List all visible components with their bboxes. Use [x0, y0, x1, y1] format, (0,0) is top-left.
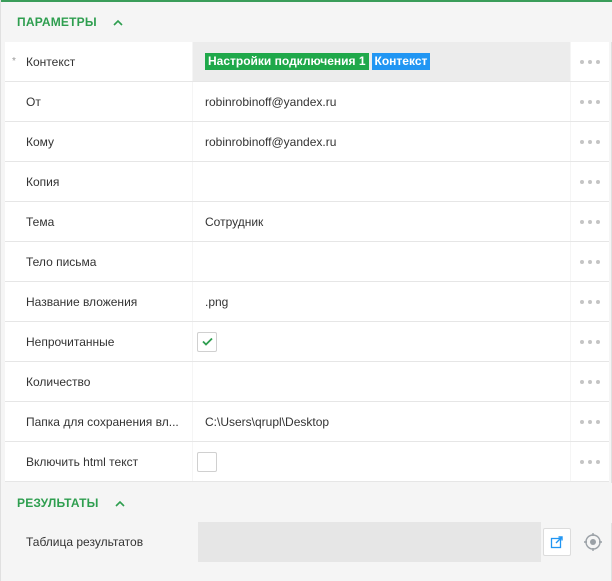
more-horizontal-icon	[580, 259, 600, 264]
more-horizontal-icon	[580, 419, 600, 424]
more-horizontal-icon	[580, 339, 600, 344]
param-label-cell: Название вложения	[5, 282, 192, 321]
more-horizontal-icon	[580, 299, 600, 304]
properties-panel: ПАРАМЕТРЫ * Контекст Настройки подключен…	[0, 0, 612, 581]
param-label: Папка для сохранения вл...	[26, 414, 179, 429]
more-horizontal-icon	[580, 139, 600, 144]
export-button[interactable]	[543, 528, 571, 556]
param-label-cell: Тема	[5, 202, 192, 241]
attachment-name-field[interactable]: .png	[193, 282, 570, 321]
check-icon	[201, 337, 213, 346]
param-row-count: Количество	[5, 362, 609, 402]
param-label: Название вложения	[26, 294, 138, 309]
param-row-cc: Копия	[5, 162, 609, 202]
results-section-header[interactable]: РЕЗУЛЬТАТЫ	[1, 483, 612, 523]
from-field[interactable]: robinrobinoff@yandex.ru	[193, 82, 570, 121]
param-label-cell: Непрочитанные	[5, 322, 192, 361]
more-horizontal-icon	[580, 459, 600, 464]
row-menu-button[interactable]	[571, 82, 609, 121]
required-marker: *	[12, 56, 16, 67]
row-menu-button[interactable]	[571, 282, 609, 321]
unread-checkbox[interactable]	[197, 331, 217, 352]
param-label-cell: * Контекст	[5, 42, 192, 81]
param-row-body: Тело письма	[5, 242, 609, 282]
param-row-html-text: Включить html текст	[5, 442, 609, 482]
unread-value-cell	[193, 322, 570, 361]
param-label-cell: Папка для сохранения вл...	[5, 402, 192, 441]
html-text-value-cell	[193, 442, 570, 481]
param-label: Кому	[26, 134, 55, 149]
param-row-subject: Тема Сотрудник	[5, 202, 609, 242]
parameters-section-title: ПАРАМЕТРЫ	[17, 15, 97, 29]
cc-field[interactable]	[193, 162, 570, 201]
results-label: Таблица результатов	[5, 522, 198, 562]
param-row-to: Кому robinrobinoff@yandex.ru	[5, 122, 609, 162]
param-row-unread: Непрочитанные	[5, 322, 609, 362]
param-label-cell: Количество	[5, 362, 192, 401]
row-menu-button[interactable]	[571, 402, 609, 441]
param-row-from: От robinrobinoff@yandex.ru	[5, 82, 609, 122]
chevron-up-icon[interactable]	[113, 496, 127, 510]
html-text-checkbox[interactable]	[197, 451, 217, 472]
body-field[interactable]	[193, 242, 570, 281]
param-row-context: * Контекст Настройки подключения 1 Конте…	[5, 42, 609, 82]
row-menu-button[interactable]	[571, 362, 609, 401]
row-menu-button[interactable]	[571, 242, 609, 281]
param-label: Включить html текст	[26, 454, 139, 469]
more-horizontal-icon	[580, 379, 600, 384]
more-horizontal-icon	[580, 179, 600, 184]
target-icon[interactable]	[581, 530, 605, 554]
param-row-attachment-name: Название вложения .png	[5, 282, 609, 322]
context-value-field[interactable]: Настройки подключения 1 Контекст	[193, 42, 570, 81]
context-tag-context[interactable]: Контекст	[371, 53, 431, 70]
param-label: От	[26, 94, 41, 109]
export-icon	[550, 536, 563, 549]
param-label: Тема	[26, 214, 55, 229]
more-horizontal-icon	[580, 219, 600, 224]
row-menu-button[interactable]	[571, 162, 609, 201]
results-section-title: РЕЗУЛЬТАТЫ	[17, 496, 99, 510]
chevron-up-icon[interactable]	[111, 15, 125, 29]
subject-field[interactable]: Сотрудник	[193, 202, 570, 241]
row-menu-button[interactable]	[571, 442, 609, 481]
parameters-section-header[interactable]: ПАРАМЕТРЫ	[1, 2, 612, 42]
param-label-cell: Кому	[5, 122, 192, 161]
param-label: Копия	[26, 174, 60, 189]
more-horizontal-icon	[580, 59, 600, 64]
row-menu-button[interactable]	[571, 202, 609, 241]
param-label: Непрочитанные	[26, 334, 115, 349]
param-label-cell: Копия	[5, 162, 192, 201]
param-label: Количество	[26, 374, 91, 389]
param-label: Тело письма	[26, 254, 97, 269]
param-label-cell: Включить html текст	[5, 442, 192, 481]
count-field[interactable]	[193, 362, 570, 401]
row-menu-button[interactable]	[571, 322, 609, 361]
parameters-list: * Контекст Настройки подключения 1 Конте…	[5, 42, 609, 482]
row-menu-button[interactable]	[571, 42, 609, 81]
results-row-table: Таблица результатов	[5, 522, 609, 562]
context-tag-connection[interactable]: Настройки подключения 1	[205, 53, 369, 70]
param-label-cell: От	[5, 82, 192, 121]
row-menu-button[interactable]	[571, 122, 609, 161]
to-field[interactable]: robinrobinoff@yandex.ru	[193, 122, 570, 161]
param-label: Контекст	[26, 54, 76, 69]
results-table-field[interactable]	[198, 522, 541, 562]
param-label-cell: Тело письма	[5, 242, 192, 281]
more-horizontal-icon	[580, 99, 600, 104]
save-folder-field[interactable]: C:\Users\qrupl\Desktop	[193, 402, 570, 441]
param-row-save-folder: Папка для сохранения вл... C:\Users\qrup…	[5, 402, 609, 442]
